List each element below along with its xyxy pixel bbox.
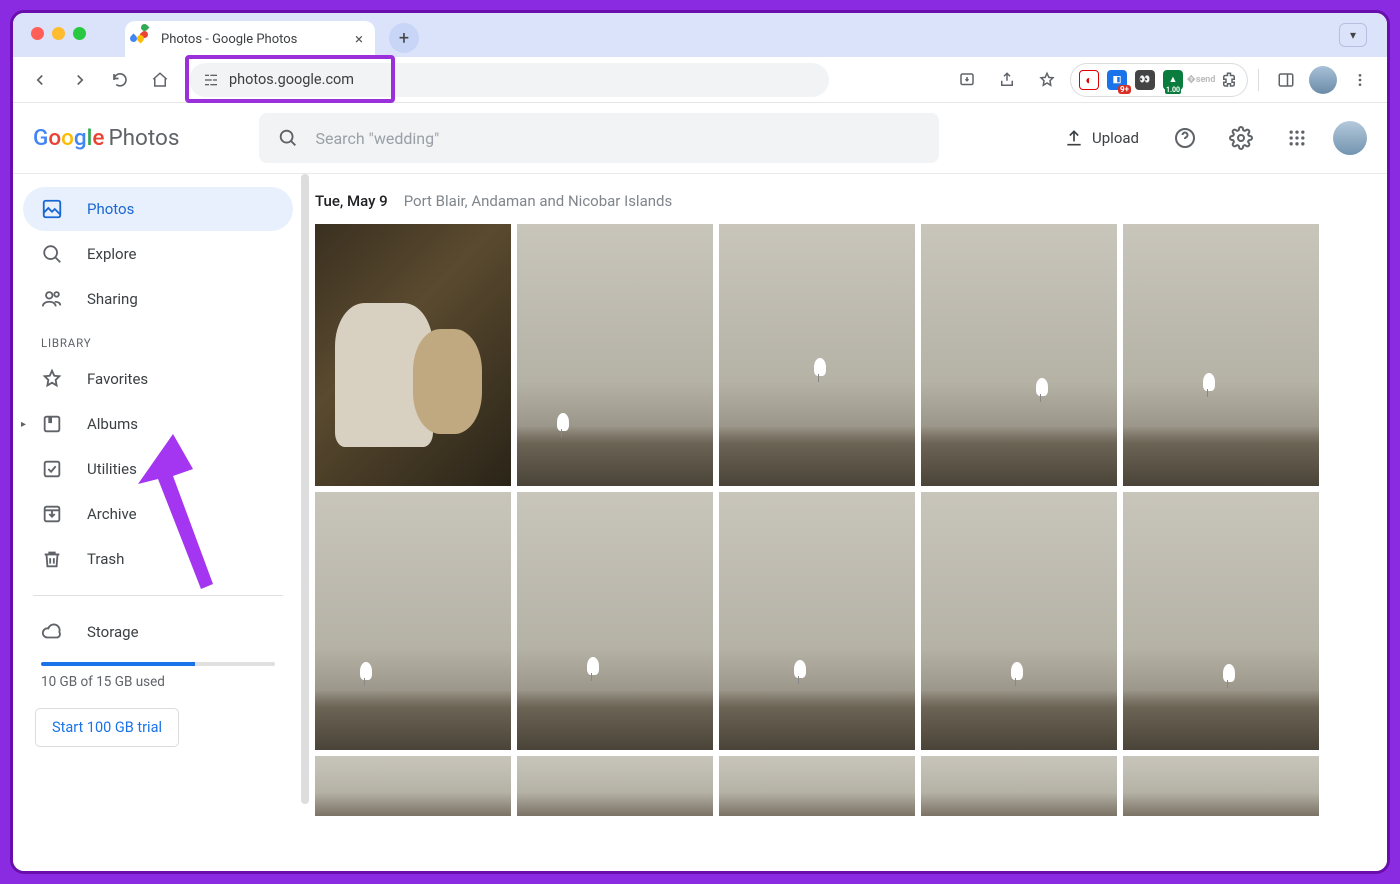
tabs-dropdown[interactable]: ▾ <box>1339 23 1367 47</box>
date-label: Tue, May 9 <box>315 192 388 210</box>
extensions-group: ◐ ◧9+ 👀 1.00▲ �send <box>1070 63 1248 97</box>
sidebar-divider <box>33 595 283 596</box>
help-button[interactable] <box>1165 118 1205 158</box>
extension-icon-5[interactable]: �send <box>1191 70 1211 90</box>
google-photos-favicon <box>137 31 153 47</box>
extension-icon-3[interactable]: 👀 <box>1135 70 1155 90</box>
sidebar-item-sharing[interactable]: Sharing <box>23 277 293 321</box>
search-icon <box>277 127 299 149</box>
chrome-profile-avatar[interactable] <box>1309 66 1337 94</box>
archive-icon <box>41 503 63 525</box>
reload-button[interactable] <box>103 63 137 97</box>
extension-icon-4[interactable]: 1.00▲ <box>1163 70 1183 90</box>
close-window[interactable] <box>31 27 44 40</box>
photo-thumbnail[interactable] <box>1123 224 1319 486</box>
photo-grid <box>315 224 1375 816</box>
address-bar[interactable]: photos.google.com <box>189 63 829 97</box>
tab-title: Photos - Google Photos <box>161 32 297 47</box>
browser-tabbar: Photos - Google Photos × + ▾ <box>13 13 1387 57</box>
upload-icon <box>1064 128 1084 148</box>
sidebar-item-explore[interactable]: Explore <box>23 232 293 276</box>
extension-bitwarden-icon[interactable]: ◧9+ <box>1107 70 1127 90</box>
photo-thumbnail[interactable] <box>315 492 511 750</box>
browser-toolbar: photos.google.com ◐ ◧9+ 👀 1.00▲ �send <box>13 57 1387 103</box>
google-apps-button[interactable] <box>1277 118 1317 158</box>
photo-thumbnail[interactable] <box>315 224 511 486</box>
photo-thumbnail[interactable] <box>921 224 1117 486</box>
home-button[interactable] <box>143 63 177 97</box>
photo-thumbnail[interactable] <box>921 756 1117 816</box>
sidebar-item-storage[interactable]: Storage <box>23 610 293 654</box>
url-text: photos.google.com <box>229 71 354 88</box>
extensions-menu-icon[interactable] <box>1219 70 1239 90</box>
photo-thumbnail[interactable] <box>517 492 713 750</box>
window-controls <box>31 27 86 40</box>
explore-icon <box>41 243 63 265</box>
sidebar-scrollbar[interactable] <box>301 174 309 804</box>
new-tab-button[interactable]: + <box>389 23 419 53</box>
browser-window: Photos - Google Photos × + ▾ photos.goog… <box>10 10 1390 874</box>
minimize-window[interactable] <box>52 27 65 40</box>
extension-ublock-icon[interactable]: ◐ <box>1079 70 1099 90</box>
maximize-window[interactable] <box>73 27 86 40</box>
trash-icon <box>41 548 63 570</box>
location-label: Port Blair, Andaman and Nicobar Islands <box>404 192 673 210</box>
sidebar-item-archive[interactable]: Archive <box>23 492 293 536</box>
forward-button[interactable] <box>63 63 97 97</box>
utilities-icon <box>41 458 63 480</box>
account-avatar[interactable] <box>1333 121 1367 155</box>
site-settings-icon[interactable] <box>203 72 219 88</box>
photo-thumbnail[interactable] <box>921 492 1117 750</box>
photos-icon <box>41 198 63 220</box>
share-icon[interactable] <box>990 63 1024 97</box>
expand-icon[interactable]: ▸ <box>21 419 26 430</box>
photo-thumbnail[interactable] <box>315 756 511 816</box>
sidebar-item-favorites[interactable]: Favorites <box>23 357 293 401</box>
install-app-icon[interactable] <box>950 63 984 97</box>
search-placeholder: Search "wedding" <box>315 129 439 148</box>
albums-icon <box>41 413 63 435</box>
photo-thumbnail[interactable] <box>1123 756 1319 816</box>
chrome-menu-icon[interactable] <box>1343 63 1377 97</box>
bookmark-star-icon[interactable] <box>1030 63 1064 97</box>
google-photos-app: Google Photos Search "wedding" Upload <box>13 103 1387 871</box>
upload-button[interactable]: Upload <box>1054 122 1149 154</box>
photo-grid-content: Tue, May 9 Port Blair, Andaman and Nicob… <box>303 174 1387 871</box>
side-panel-icon[interactable] <box>1269 63 1303 97</box>
google-wordmark: Google <box>33 125 104 151</box>
app-header: Google Photos Search "wedding" Upload <box>13 103 1387 173</box>
search-input[interactable]: Search "wedding" <box>259 113 939 163</box>
sidebar: Photos Explore Sharing LIBRARY Favorites… <box>13 174 303 871</box>
date-header: Tue, May 9 Port Blair, Andaman and Nicob… <box>315 192 1375 210</box>
photo-thumbnail[interactable] <box>1123 492 1319 750</box>
photo-thumbnail[interactable] <box>719 492 915 750</box>
storage-progress-bar <box>41 662 275 666</box>
storage-used-text: 10 GB of 15 GB used <box>23 674 293 690</box>
cloud-icon <box>41 621 63 643</box>
browser-tab[interactable]: Photos - Google Photos × <box>125 21 375 57</box>
back-button[interactable] <box>23 63 57 97</box>
sharing-icon <box>41 288 63 310</box>
logo-product-name: Photos <box>108 125 179 151</box>
star-icon <box>41 368 63 390</box>
google-photos-logo[interactable]: Google Photos <box>33 125 179 151</box>
sidebar-item-utilities[interactable]: Utilities <box>23 447 293 491</box>
settings-button[interactable] <box>1221 118 1261 158</box>
sidebar-item-trash[interactable]: Trash <box>23 537 293 581</box>
photo-thumbnail[interactable] <box>719 224 915 486</box>
library-section-header: LIBRARY <box>23 322 293 356</box>
close-tab-icon[interactable]: × <box>355 30 363 48</box>
photo-thumbnail[interactable] <box>719 756 915 816</box>
photo-thumbnail[interactable] <box>517 224 713 486</box>
sidebar-item-photos[interactable]: Photos <box>23 187 293 231</box>
start-trial-button[interactable]: Start 100 GB trial <box>35 708 179 747</box>
sidebar-item-albums[interactable]: ▸ Albums <box>23 402 293 446</box>
photo-thumbnail[interactable] <box>517 756 713 816</box>
